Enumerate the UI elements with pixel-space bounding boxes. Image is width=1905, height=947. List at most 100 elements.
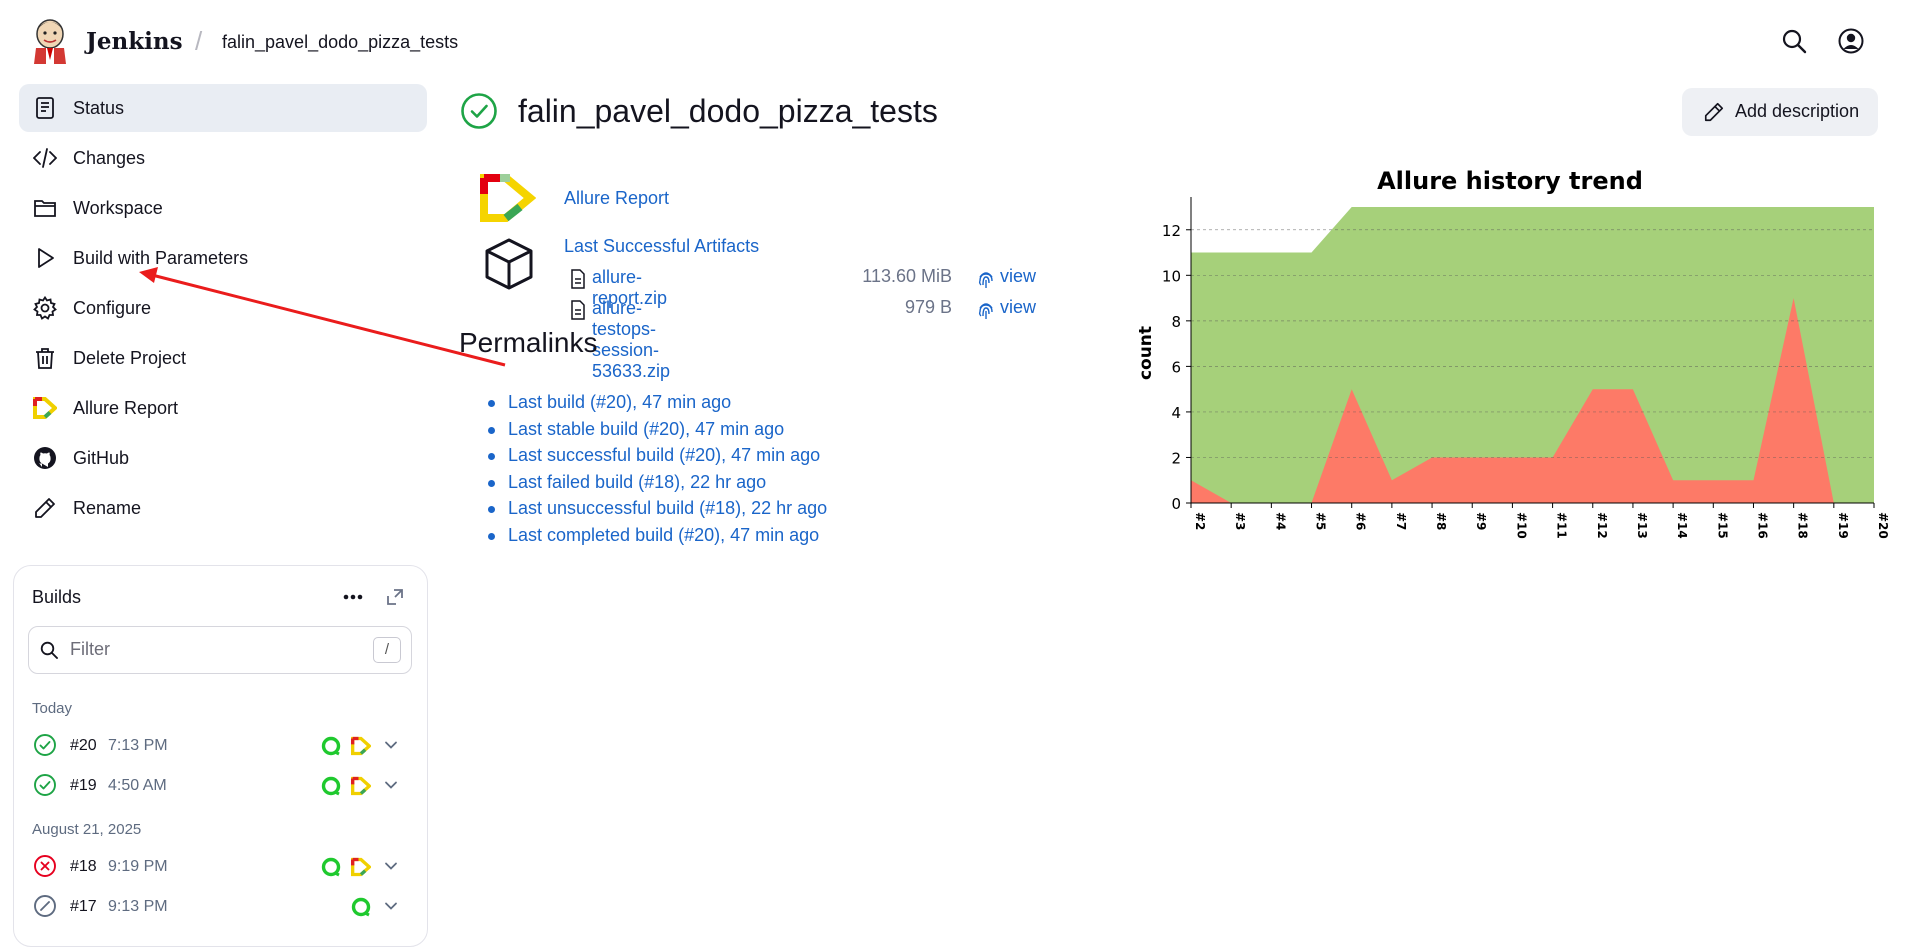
github-icon (33, 446, 57, 470)
expand-icon[interactable] (384, 586, 406, 608)
sidebar-item-delete-project[interactable]: Delete Project (19, 334, 427, 382)
artifact-size: 113.60 MiB (862, 266, 952, 286)
y-tick-label: 4 (1171, 404, 1181, 422)
fingerprint-icon[interactable] (977, 300, 995, 320)
list-item: Last build (#20), 47 min ago (482, 392, 827, 419)
permalinks-heading: Permalinks (459, 327, 598, 358)
list-item: Last stable build (#20), 47 min ago (482, 419, 827, 446)
x-tick-label: #19 (1836, 512, 1850, 539)
allure-report-link[interactable]: Allure Report (564, 188, 669, 209)
breadcrumb-separator: / (195, 26, 203, 56)
build-group-label: August 21, 2025 (32, 821, 142, 838)
sidebar-item-label: Delete Project (73, 348, 187, 368)
build-time: 9:13 PM (108, 898, 168, 915)
sidebar-item-changes[interactable]: Changes (19, 134, 427, 182)
list-item: Last failed build (#18), 22 hr ago (482, 472, 827, 499)
permalink-last-successful-build[interactable]: Last successful build (#20), 47 min ago (508, 445, 820, 465)
chart-title: Allure history trend (1377, 167, 1643, 195)
filter-input[interactable] (70, 636, 360, 662)
success-status-icon (33, 773, 57, 797)
breadcrumb-job[interactable]: falin_pavel_dodo_pizza_tests (222, 32, 458, 53)
x-tick-label: #16 (1755, 512, 1769, 539)
file-icon (570, 300, 586, 320)
chevron-down-icon[interactable] (383, 737, 399, 753)
brand-name[interactable]: Jenkins (86, 28, 183, 55)
search-icon[interactable] (1781, 28, 1807, 54)
artifact-link[interactable]: allure-testops-session-53633.zip (592, 298, 670, 382)
trend-chart-svg: Allure history trend count 0 2 4 6 8 10 12 #2 #3… (1136, 167, 1888, 539)
gear-icon (33, 296, 57, 320)
sidebar-item-allure-report[interactable]: Allure Report (19, 384, 427, 432)
build-row-17[interactable]: #17 9:13 PM (24, 889, 414, 923)
sidebar-item-label: Build with Parameters (73, 248, 249, 268)
sidebar-item-configure[interactable]: Configure (19, 284, 427, 332)
last-successful-artifacts-link[interactable]: Last Successful Artifacts (564, 236, 759, 257)
testops-icon[interactable] (321, 736, 341, 756)
sidebar-item-github[interactable]: GitHub (19, 434, 427, 482)
sidebar-item-label: Changes (73, 148, 146, 168)
chevron-down-icon[interactable] (383, 777, 399, 793)
user-icon[interactable] (1838, 28, 1864, 54)
testops-icon[interactable] (351, 897, 371, 917)
aborted-status-icon (33, 894, 57, 918)
permalink-last-failed-build[interactable]: Last failed build (#18), 22 hr ago (508, 472, 766, 492)
build-row-19[interactable]: #19 4:50 AM (24, 768, 414, 802)
view-link[interactable]: view (1000, 266, 1036, 287)
chevron-down-icon[interactable] (383, 858, 399, 874)
build-time: 4:50 AM (108, 777, 167, 794)
folder-icon (33, 196, 57, 220)
sidebar-item-label: Allure Report (73, 398, 179, 418)
testops-icon[interactable] (321, 776, 341, 796)
allure-trend-chart[interactable]: Allure history trend count 0 2 4 6 8 10 12 #2 #3… (1128, 160, 1888, 550)
build-row-20[interactable]: #20 7:13 PM (24, 728, 414, 762)
permalink-last-completed-build[interactable]: Last completed build (#20), 47 min ago (508, 525, 819, 545)
allure-icon (33, 396, 57, 420)
builds-title: Builds (32, 587, 82, 607)
search-icon (40, 641, 58, 659)
allure-icon[interactable] (351, 857, 371, 877)
filter-shortcut-key: / (373, 637, 401, 663)
permalink-last-unsuccessful-build[interactable]: Last unsuccessful build (#18), 22 hr ago (508, 498, 827, 518)
x-tick-label: #2 (1193, 512, 1207, 530)
x-tick-label: #13 (1635, 512, 1649, 539)
x-tick-label: #10 (1514, 512, 1528, 539)
file-icon (570, 269, 586, 289)
testops-icon[interactable] (321, 857, 341, 877)
allure-icon[interactable] (351, 776, 371, 796)
x-tick-label: #3 (1233, 512, 1247, 530)
sidebar-item-label: Rename (73, 498, 142, 518)
allure-icon[interactable] (351, 736, 371, 756)
sidebar-item-workspace[interactable]: Workspace (19, 184, 427, 232)
sidebar-item-rename[interactable]: Rename (19, 484, 427, 532)
sidebar-item-label: Status (73, 98, 125, 118)
pencil-icon (33, 496, 57, 520)
chevron-down-icon[interactable] (383, 898, 399, 914)
build-row-18[interactable]: #18 9:19 PM (24, 849, 414, 883)
sidebar-item-status[interactable]: Status (19, 84, 427, 132)
x-tick-label: #11 (1555, 512, 1569, 539)
x-tick-label: #14 (1675, 512, 1689, 539)
play-icon (33, 246, 57, 270)
list-item: Last unsuccessful build (#18), 22 hr ago (482, 498, 827, 525)
chart-plot-area: 0 2 4 6 8 10 12 #2 #3 #4 #5 #6 #7 #8 #9 #10 #11 #12 #13 #14… (1162, 197, 1888, 539)
view-link[interactable]: view (1000, 297, 1036, 318)
sidebar-item-label: GitHub (73, 448, 130, 468)
more-options-icon[interactable] (340, 586, 366, 608)
permalink-last-build[interactable]: Last build (#20), 47 min ago (508, 392, 731, 412)
y-tick-label: 6 (1171, 358, 1181, 376)
y-tick-label: 2 (1171, 449, 1181, 467)
build-time: 7:13 PM (108, 737, 168, 754)
build-number: #17 (70, 898, 97, 915)
list-item: Last completed build (#20), 47 min ago (482, 525, 827, 552)
notepad-icon (33, 96, 57, 120)
jenkins-logo[interactable] (30, 16, 70, 64)
build-time: 9:19 PM (108, 858, 168, 875)
code-icon (33, 146, 57, 170)
y-tick-label: 10 (1162, 267, 1181, 285)
artifact-size: 979 B (904, 297, 952, 317)
allure-logo-icon (480, 173, 536, 223)
permalink-last-stable-build[interactable]: Last stable build (#20), 47 min ago (508, 419, 784, 439)
x-tick-label: #6 (1354, 512, 1368, 530)
fingerprint-icon[interactable] (977, 269, 995, 289)
sidebar-item-build-with-parameters[interactable]: Build with Parameters (19, 234, 427, 282)
